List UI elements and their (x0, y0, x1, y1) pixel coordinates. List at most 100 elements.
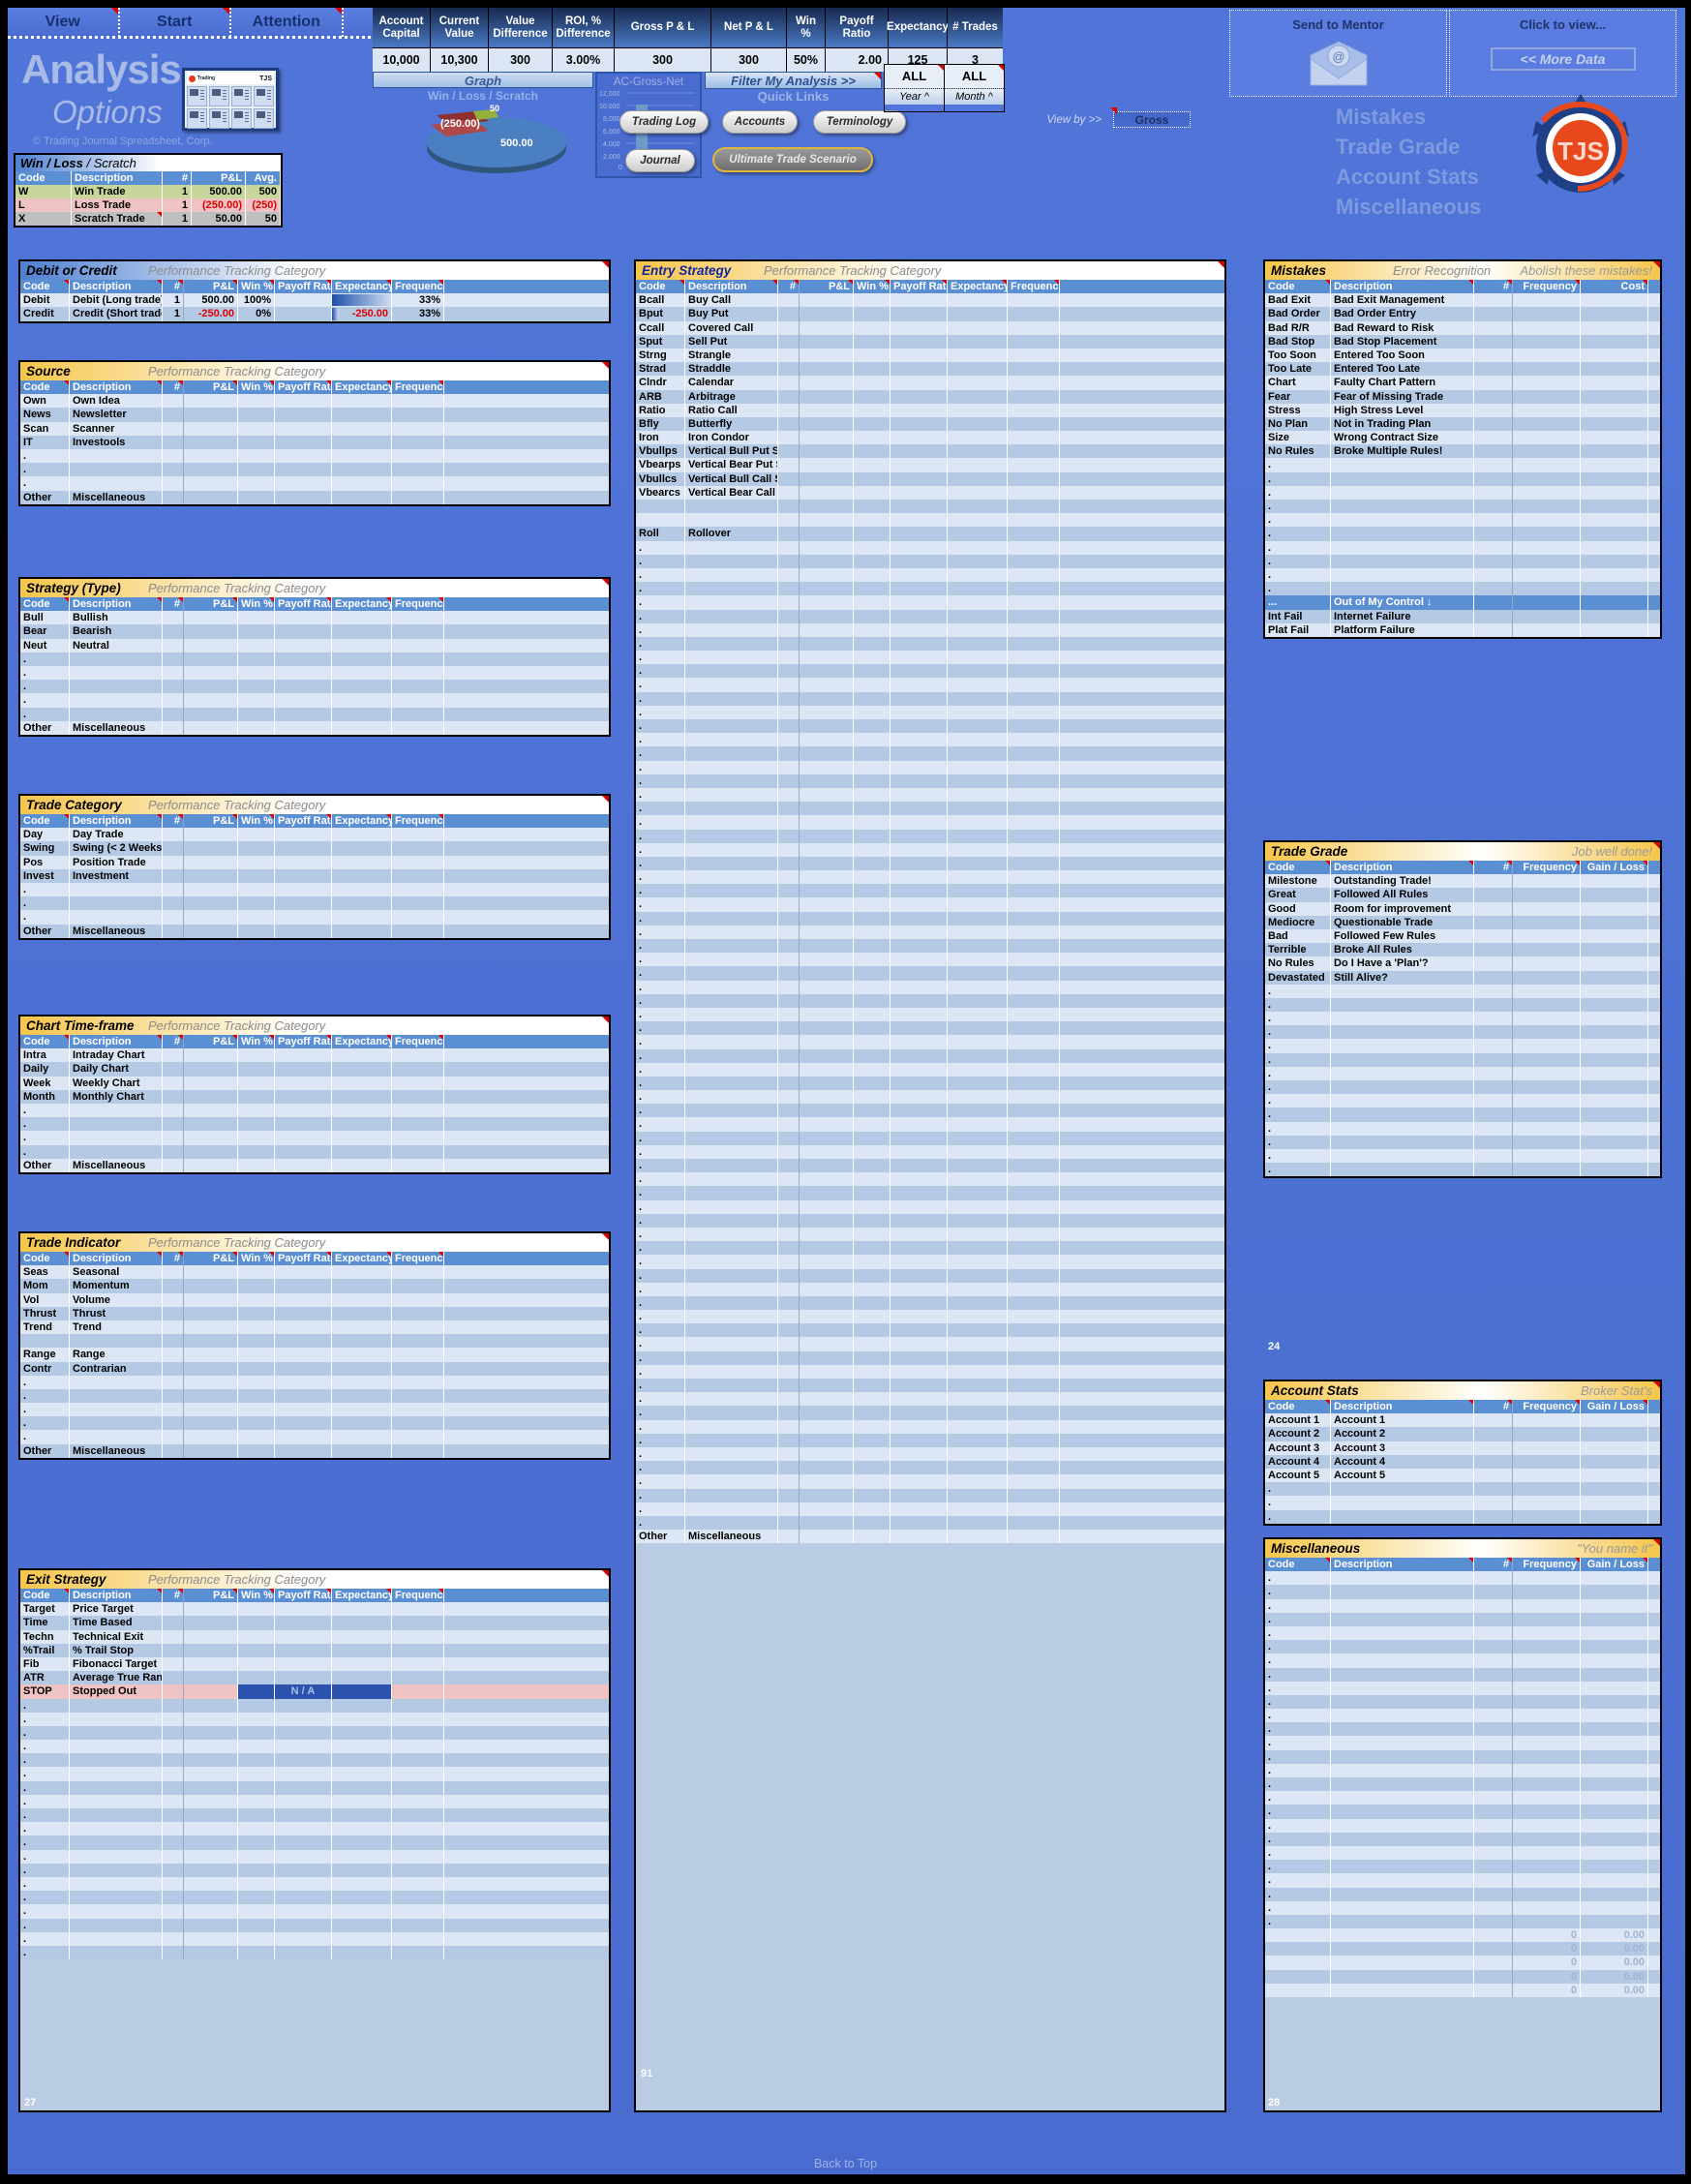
cell-exp (948, 705, 1008, 719)
cell-freq (1008, 1350, 1060, 1365)
cell-po (275, 1780, 332, 1795)
tab-attention[interactable]: Attention (231, 8, 344, 37)
send-to-mentor-panel[interactable]: Send to Mentor @ (1229, 10, 1447, 97)
cell-po (891, 870, 948, 885)
cell-n (778, 1379, 800, 1393)
cell-freq (1513, 1598, 1581, 1613)
cell-pl (800, 1186, 854, 1200)
cell-exp (948, 939, 1008, 954)
cell-po (891, 980, 948, 994)
cell-exp (948, 1255, 1008, 1269)
year-filter[interactable]: ALL Year ^ (885, 65, 945, 111)
cell-desc: Questionable Trade (1331, 915, 1474, 929)
table-row: . (1265, 513, 1660, 528)
cell-freq (1513, 1887, 1581, 1901)
col-header: Description (70, 380, 163, 395)
metric-value: 50% (787, 47, 825, 72)
cell-desc (685, 774, 778, 788)
quick-link-journal[interactable]: Journal (625, 149, 695, 172)
cell-win (238, 1712, 275, 1726)
cell-freq (1008, 458, 1060, 472)
more-data-button[interactable]: << More Data (1490, 47, 1636, 71)
cell-win (238, 1062, 275, 1077)
cell-win (854, 1227, 891, 1242)
envelope-icon[interactable]: @ (1307, 40, 1371, 88)
year-filter-value[interactable]: ALL (885, 65, 944, 88)
panel-subtitle: Error Recognition (1393, 263, 1492, 278)
click-to-view-panel[interactable]: Click to view... << More Data (1449, 10, 1676, 97)
cell-pl (184, 1306, 238, 1320)
month-filter-label[interactable]: Month ^ (945, 88, 1004, 105)
wls-col-header: # (163, 171, 192, 185)
col-header: Expectancy (332, 380, 392, 395)
quick-link-trading-log[interactable]: Trading Log (619, 110, 709, 134)
cell-n (163, 1279, 184, 1293)
cell-win (854, 651, 891, 665)
table-header-row: CodeDescription#P&LWin %Payoff RatioExpe… (20, 280, 609, 294)
cell-n (778, 567, 800, 583)
gross-toggle[interactable]: Gross (1110, 107, 1191, 128)
cell-po (275, 1076, 332, 1090)
cell-freq (1008, 842, 1060, 857)
table-row: DebitDebit (Long trade)1500.00100%500.00… (20, 293, 609, 308)
table-row-blank: . (1265, 1135, 1660, 1149)
cell-po (891, 651, 948, 665)
cell-pl (800, 1131, 854, 1145)
cell-code (1265, 1928, 1331, 1943)
cell-freq (1513, 928, 1581, 944)
quick-link-accounts[interactable]: Accounts (722, 110, 798, 134)
cell-code: IT (20, 435, 70, 449)
cell-n (1474, 1135, 1513, 1149)
filter-my-analysis-button[interactable]: Filter My Analysis >> (705, 72, 882, 89)
cell-win (238, 868, 275, 883)
cell-code: . (636, 1515, 685, 1531)
cell-code: . (1265, 1805, 1331, 1819)
cell-code: Bad (1265, 928, 1331, 944)
cell-code: Ratio (636, 403, 685, 417)
cell-win (854, 609, 891, 623)
cell-win (854, 582, 891, 596)
tab-start[interactable]: Start (119, 8, 231, 37)
cell-desc (685, 911, 778, 925)
cell-freq (1008, 1144, 1060, 1159)
tab-view[interactable]: View (8, 8, 120, 37)
year-filter-label[interactable]: Year ^ (885, 88, 944, 105)
cell-n (778, 362, 800, 377)
table-row-zero: 0 0.00 (1265, 1969, 1660, 1984)
table-row-blank: . (636, 1227, 1224, 1242)
month-filter-value[interactable]: ALL (945, 65, 1004, 88)
cell-win (238, 490, 275, 504)
month-filter[interactable]: ALL Month ^ (945, 65, 1004, 111)
cell-n (163, 1616, 184, 1630)
back-to-top-link[interactable]: Back to Top (0, 2157, 1691, 2170)
cell-exp (948, 376, 1008, 390)
cell-po (275, 1348, 332, 1362)
cell-freq (1513, 527, 1581, 541)
cell-exp (332, 1076, 392, 1090)
cell-code: . (1265, 513, 1331, 528)
quick-link-terminology[interactable]: Terminology (813, 110, 906, 134)
cell-n (1474, 1163, 1513, 1177)
cell-freq (1008, 389, 1060, 404)
cell-pl (184, 421, 238, 436)
cell-desc (1331, 1860, 1474, 1874)
cell-win (854, 1337, 891, 1351)
cell-gl (1581, 1791, 1648, 1805)
cell-desc: Bullish (70, 611, 163, 625)
wls-cell-pl: 50.00 (192, 212, 246, 226)
tjs-thumbnail-image[interactable]: Trading TJS (182, 68, 279, 131)
cell-gl (1581, 997, 1648, 1013)
cell-po (275, 855, 332, 869)
cell-desc: Ratio Call (685, 403, 778, 417)
wls-col-header: Code (15, 171, 72, 185)
cell-n (778, 1502, 800, 1516)
col-header: # (1474, 1400, 1513, 1414)
cell-desc (1331, 997, 1474, 1013)
panel-strategy-type: Strategy (Type) Performance Tracking Cate… (18, 577, 611, 737)
cell-n (1474, 1094, 1513, 1108)
quick-link-ultimate-trade-scenario[interactable]: Ultimate Trade Scenario (712, 147, 873, 172)
table-row-blank: . (1265, 1832, 1660, 1846)
cell-po (275, 624, 332, 639)
cell-exp (948, 389, 1008, 404)
cell-win (238, 693, 275, 708)
